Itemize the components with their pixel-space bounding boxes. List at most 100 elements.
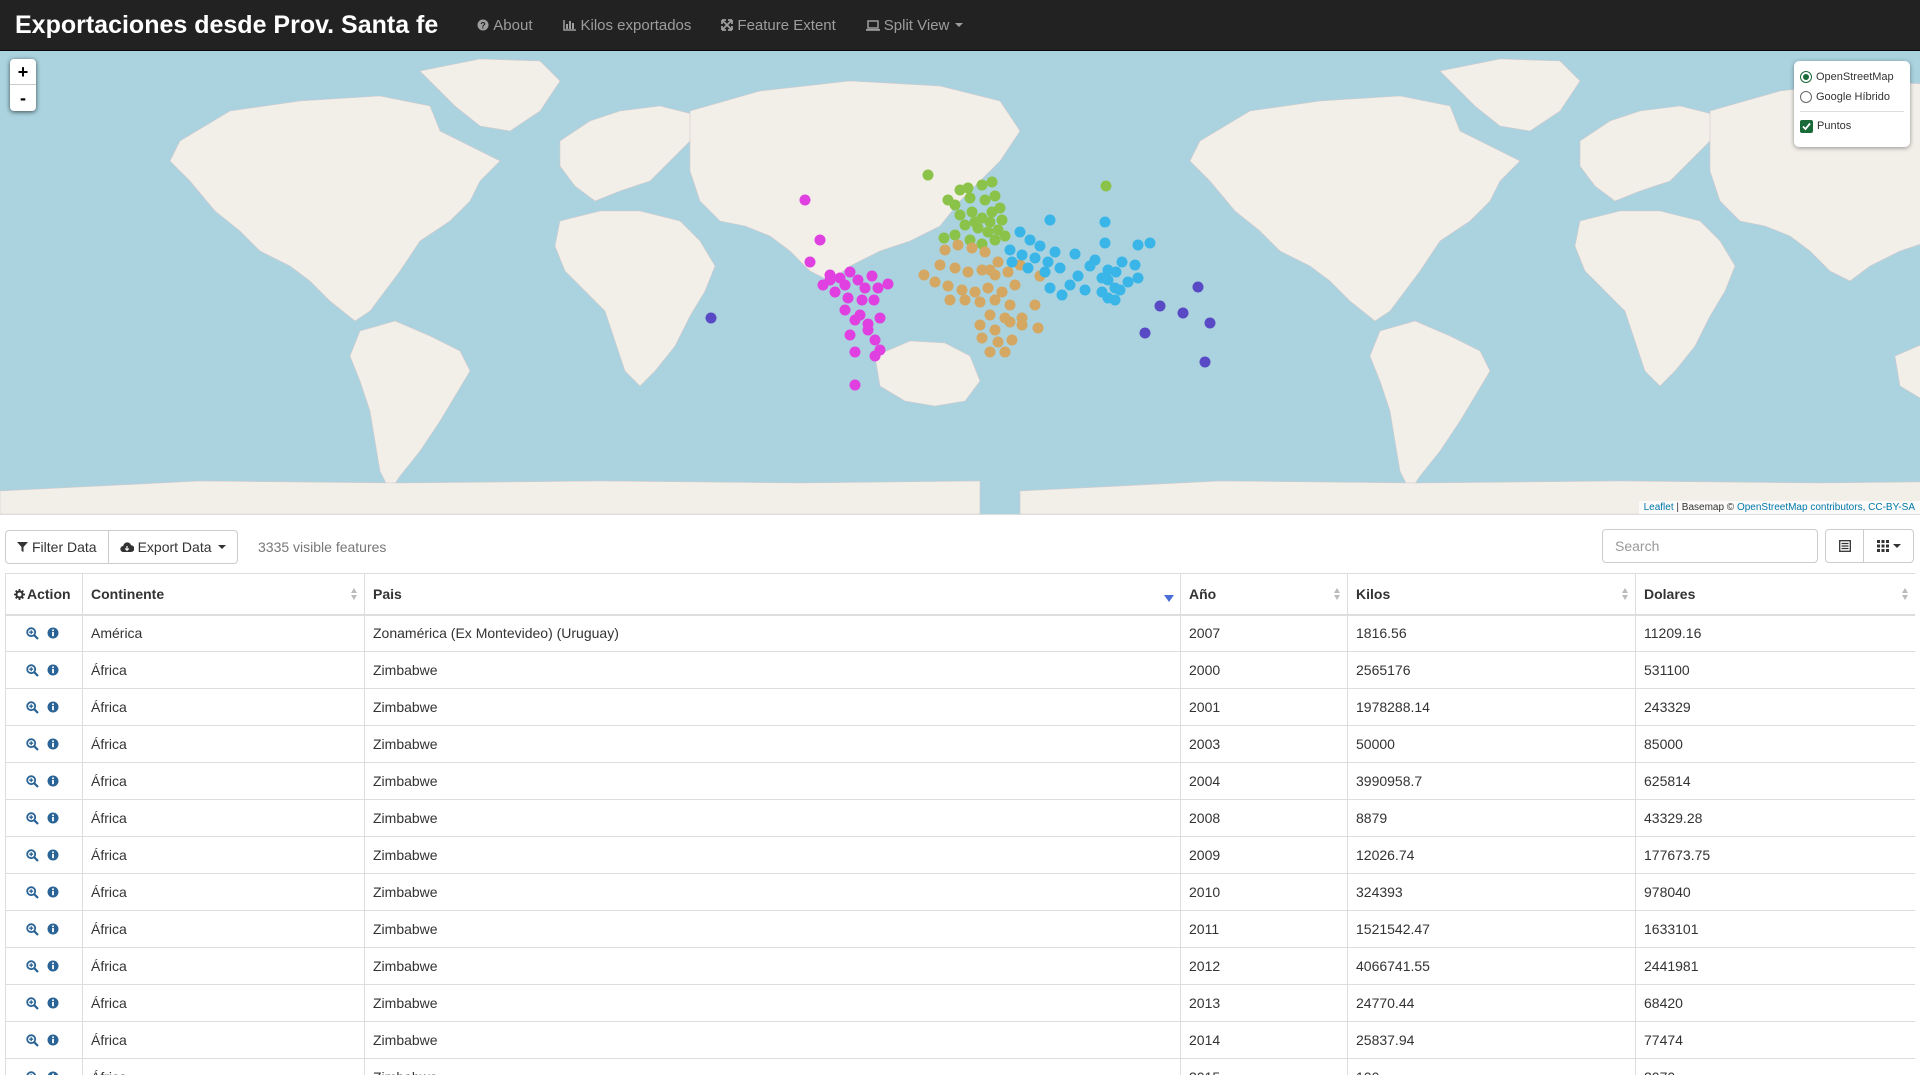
map-point-europa[interactable]: [938, 232, 950, 244]
map-point-asia[interactable]: [1014, 226, 1026, 238]
map-point-africa[interactable]: [999, 346, 1011, 358]
world-basemap[interactable]: [0, 51, 1920, 514]
map-point-africa[interactable]: [989, 294, 1001, 306]
map-point-america[interactable]: [839, 304, 851, 316]
map-point-oceania[interactable]: [1199, 356, 1211, 368]
map-point-europa[interactable]: [964, 192, 976, 204]
zoom-to-feature-icon[interactable]: [26, 774, 39, 788]
column-header-pais[interactable]: Pais: [364, 573, 1181, 616]
map-point-asia[interactable]: [1044, 214, 1056, 226]
map-point-asia[interactable]: [1049, 246, 1061, 258]
data-table-container[interactable]: Action Continente Pais Año Kilos Dolares…: [5, 573, 1915, 1075]
osm-link[interactable]: OpenStreetMap contributors, CC-BY-SA: [1737, 502, 1915, 513]
search-input[interactable]: [1602, 529, 1818, 563]
app-title[interactable]: Exportaciones desde Prov. Santa fe: [0, 11, 438, 40]
map-point-africa[interactable]: [934, 259, 946, 271]
table-row[interactable]: África Zimbabwe 2003 50000 85000: [5, 725, 1915, 763]
map-point-europa[interactable]: [1100, 180, 1112, 192]
map-point-africa[interactable]: [918, 269, 930, 281]
map-point-asia[interactable]: [1039, 266, 1051, 278]
filter-data-button[interactable]: Filter Data: [5, 530, 109, 564]
map-point-africa[interactable]: [966, 242, 978, 254]
layer-google-hibrido[interactable]: Google Híbrido: [1800, 87, 1904, 107]
map-point-america[interactable]: [872, 282, 884, 294]
zoom-out-button[interactable]: -: [10, 85, 36, 111]
map-point-africa[interactable]: [959, 294, 971, 306]
table-row[interactable]: África Zimbabwe 2008 8879 43329.28: [5, 799, 1915, 837]
map-point-africa[interactable]: [974, 319, 986, 331]
info-icon[interactable]: [47, 960, 59, 972]
zoom-to-feature-icon[interactable]: [26, 1033, 39, 1047]
map-point-america[interactable]: [844, 266, 856, 278]
map-point-asia[interactable]: [1064, 279, 1076, 291]
map-point-asia[interactable]: [1029, 252, 1041, 264]
info-icon[interactable]: [47, 627, 59, 639]
zoom-to-feature-icon[interactable]: [26, 848, 39, 862]
map-point-america[interactable]: [882, 278, 894, 290]
info-icon[interactable]: [47, 738, 59, 750]
map-point-africa[interactable]: [1004, 316, 1016, 328]
map-point-asia[interactable]: [1132, 272, 1144, 284]
map-point-asia[interactable]: [1114, 284, 1126, 296]
map-point-oceania[interactable]: [1139, 327, 1151, 339]
table-row[interactable]: África Zimbabwe 2012 4066741.55 2441981: [5, 947, 1915, 985]
map-point-africa[interactable]: [962, 266, 974, 278]
map-point-asia[interactable]: [1102, 274, 1114, 286]
map-point-europa[interactable]: [966, 206, 978, 218]
info-icon[interactable]: [47, 1071, 59, 1075]
nav-about[interactable]: ? About: [462, 0, 547, 51]
table-row[interactable]: África Zimbabwe 2014 25837.94 77474: [5, 1021, 1915, 1059]
map-point-asia[interactable]: [1056, 289, 1068, 301]
map-point-america[interactable]: [862, 324, 874, 336]
map-point-asia[interactable]: [1099, 237, 1111, 249]
map-point-africa[interactable]: [1004, 299, 1016, 311]
info-icon[interactable]: [47, 1034, 59, 1046]
map-point-asia[interactable]: [1069, 248, 1081, 260]
map-point-asia[interactable]: [1044, 282, 1056, 294]
map-point-europa[interactable]: [989, 234, 1001, 246]
column-header-continente[interactable]: Continente: [82, 573, 365, 616]
map-point-asia[interactable]: [1079, 284, 1091, 296]
info-icon[interactable]: [47, 923, 59, 935]
map-point-asia[interactable]: [1006, 256, 1018, 268]
nav-split-view[interactable]: Split View: [851, 0, 979, 51]
map-point-oceania[interactable]: [1204, 317, 1216, 329]
map-point-america[interactable]: [869, 350, 881, 362]
leaflet-link[interactable]: Leaflet: [1644, 502, 1674, 513]
map-point-europa[interactable]: [989, 190, 1001, 202]
map-point-africa[interactable]: [984, 309, 996, 321]
info-icon[interactable]: [47, 997, 59, 1009]
map-point-america[interactable]: [849, 346, 861, 358]
table-row[interactable]: África Zimbabwe 2010 324393 978040: [5, 873, 1915, 911]
map-point-europa[interactable]: [986, 176, 998, 188]
map-point-america[interactable]: [799, 194, 811, 206]
map-point-africa[interactable]: [1016, 312, 1028, 324]
column-header-dolares[interactable]: Dolares: [1635, 573, 1915, 616]
map-point-america[interactable]: [869, 334, 881, 346]
info-icon[interactable]: [47, 886, 59, 898]
map-point-asia[interactable]: [1054, 262, 1066, 274]
nav-kilos-exportados[interactable]: Kilos exportados: [548, 0, 707, 51]
map-point-africa[interactable]: [984, 346, 996, 358]
map-point-asia[interactable]: [1004, 244, 1016, 256]
map-point-america[interactable]: [868, 294, 880, 306]
map-point-asia[interactable]: [1144, 237, 1156, 249]
map-point-america[interactable]: [854, 309, 866, 321]
map-point-africa[interactable]: [952, 239, 964, 251]
map-point-europa[interactable]: [979, 194, 991, 206]
map-point-europa[interactable]: [949, 229, 961, 241]
map-point-europa[interactable]: [984, 216, 996, 228]
table-row[interactable]: África Zimbabwe 2013 24770.44 68420: [5, 984, 1915, 1022]
map-point-europa[interactable]: [969, 216, 981, 228]
zoom-to-feature-icon[interactable]: [26, 700, 39, 714]
map-point-africa[interactable]: [1006, 334, 1018, 346]
map-point-africa[interactable]: [939, 244, 951, 256]
map-point-asia[interactable]: [1110, 266, 1122, 278]
map-point-europa[interactable]: [994, 202, 1006, 214]
info-icon[interactable]: [47, 812, 59, 824]
map-point-africa[interactable]: [942, 280, 954, 292]
map-point-asia[interactable]: [1116, 256, 1128, 268]
map-point-asia[interactable]: [1042, 256, 1054, 268]
map-point-europa[interactable]: [954, 184, 966, 196]
map-point-asia[interactable]: [1099, 216, 1111, 228]
